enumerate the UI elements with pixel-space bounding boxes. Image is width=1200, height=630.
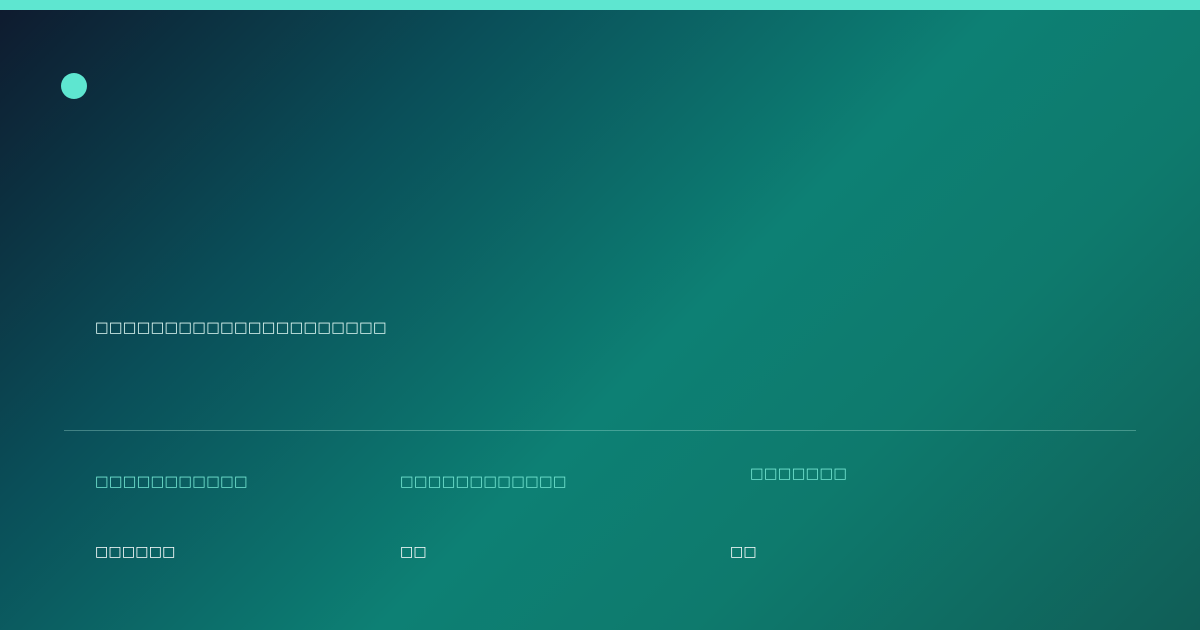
- stat-value-3: □□: [730, 544, 757, 560]
- social-preview-card: □□□□□□□□□□□□□□□□□□□□□ □□□□□□□□□□□ □□□□□□…: [0, 0, 1200, 630]
- stat-label-3: □□□□□□□: [750, 466, 848, 482]
- top-accent-bar: [0, 0, 1200, 10]
- stat-label-2: □□□□□□□□□□□□: [400, 474, 567, 490]
- stat-value-2: □□: [400, 544, 427, 560]
- stat-label-1: □□□□□□□□□□□: [95, 474, 248, 490]
- brand-dot-icon: [61, 73, 87, 99]
- stat-value-1: □□□□□□: [95, 544, 176, 560]
- headline-text: □□□□□□□□□□□□□□□□□□□□□: [95, 320, 387, 336]
- divider: [64, 430, 1136, 431]
